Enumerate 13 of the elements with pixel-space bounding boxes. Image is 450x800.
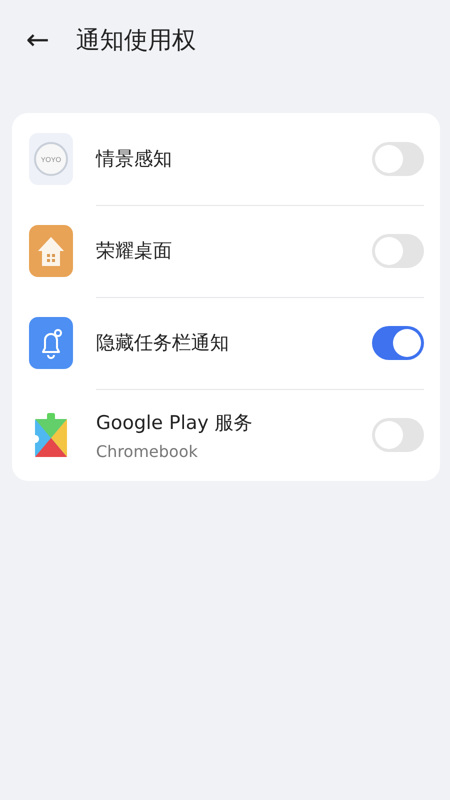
page-title: 通知使用权 [76, 25, 196, 56]
bell-icon [29, 317, 73, 369]
app-name: Google Play 服务 [96, 410, 254, 436]
app-name: 情景感知 [96, 147, 173, 172]
toggle-switch[interactable] [372, 418, 424, 452]
toggle-switch[interactable] [372, 142, 424, 176]
app-name: 荣耀桌面 [96, 239, 173, 264]
app-subtitle: Chromebook [96, 442, 199, 460]
house-icon [29, 225, 73, 277]
toggle-switch[interactable] [372, 326, 424, 360]
back-button[interactable]: ← [26, 26, 58, 54]
app-name: 隐藏任务栏通知 [96, 331, 230, 356]
toggle-switch[interactable] [372, 234, 424, 268]
